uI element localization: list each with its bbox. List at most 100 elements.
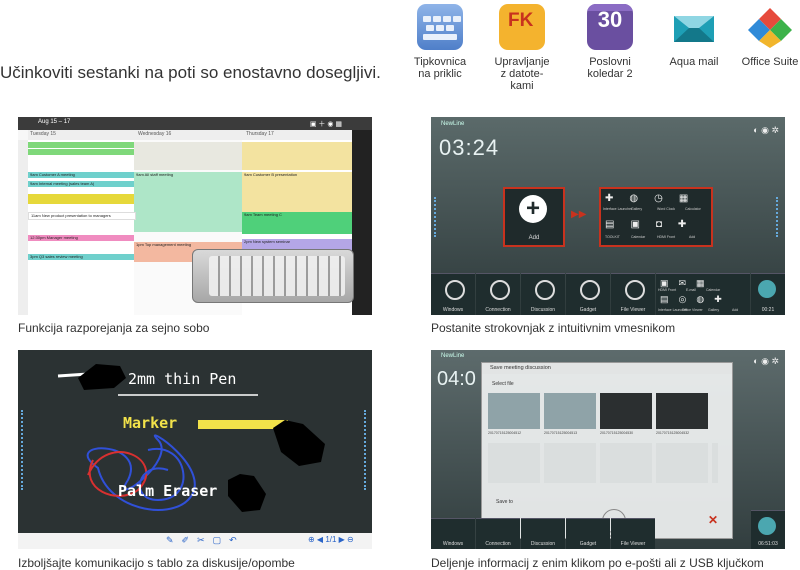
clock-display: 04:0	[437, 368, 476, 390]
thumbnail[interactable]	[600, 393, 652, 429]
app-file-manager[interactable]: FK Upravljanje z datote- kami	[482, 4, 562, 92]
caption-share: Deljenje informacij z enim klikom po e-p…	[431, 556, 764, 570]
day-header: Wednesday 16	[138, 131, 172, 137]
dock-connection[interactable]: Connection	[476, 273, 520, 315]
thumbnail[interactable]	[656, 393, 708, 429]
windows-icon	[445, 280, 465, 300]
eraser-text: Palm Eraser	[118, 482, 218, 500]
dock-discussion[interactable]: Discussion	[521, 273, 565, 315]
add-label: Add	[528, 235, 540, 241]
calendar-event[interactable]: 9am Customer A meeting	[28, 172, 134, 178]
mini-app-grid[interactable]: ✚◍◷▦ ▤▣◘✚ Interface Launcher Gallery Wor…	[599, 187, 713, 247]
arrow-icon: ▶▶	[571, 209, 587, 220]
dock-label: Discussion	[530, 541, 556, 547]
calendar-event[interactable]	[242, 142, 352, 170]
dock-windows[interactable]: Windows	[431, 518, 475, 549]
app-calendar[interactable]: 30 Poslovni koledar 2	[570, 4, 650, 80]
dock-file-viewer[interactable]: File Viewer	[611, 273, 655, 315]
dock-file-viewer[interactable]: File Viewer	[611, 518, 655, 549]
dock-gadget[interactable]: Gadget	[566, 518, 610, 549]
brand-label: NewLine	[441, 353, 465, 359]
dock-label: Discussion	[530, 307, 556, 313]
add-app-button[interactable]: + Add	[503, 187, 565, 247]
dock-gadget[interactable]: Gadget	[566, 273, 610, 315]
app-label-line: z datote-	[500, 68, 544, 80]
dock-discussion[interactable]: Discussion	[521, 518, 565, 549]
keyboard-keys[interactable]	[209, 256, 345, 296]
app-label-line: koledar 2	[587, 68, 633, 80]
app-mail[interactable]: Aqua mail	[654, 4, 734, 68]
calendar-app-icon: 30	[587, 4, 633, 50]
top-right-icons[interactable]: ◐ ◉ ✲	[753, 125, 779, 136]
clock-display: 03:24	[439, 135, 500, 160]
small-app-label: Gallery	[708, 308, 720, 312]
dock-clock[interactable]: 00:21	[751, 273, 785, 315]
interface-screenshot: NewLine 03:24 ◐ ◉ ✲ + Add ▶▶ ✚◍◷▦ ▤▣◘✚ I…	[431, 117, 785, 315]
dock-windows[interactable]: Windows	[431, 273, 475, 315]
small-app-label: HDMI Front	[658, 288, 677, 292]
top-right-icons[interactable]: ◐ ◉ ✲	[753, 356, 779, 367]
thumbnail[interactable]	[544, 393, 596, 429]
dock-connection[interactable]: Connection	[476, 518, 520, 549]
app-label-line: Office Suite	[741, 56, 799, 68]
save-dialog[interactable]: Save meeting discussion Select file 2017…	[481, 362, 733, 539]
calendar-event[interactable]: 9am Customer B presentation	[242, 172, 352, 212]
mini-app-label: Calendar	[631, 235, 646, 239]
dock-label: File Viewer	[620, 307, 646, 313]
calendar-day-column	[28, 140, 135, 315]
caption-interface: Postanite strokovnjak z intuitivnim vmes…	[431, 321, 676, 335]
calendar-event[interactable]: 11am New product presentation to manager…	[28, 212, 136, 220]
caption-board: Izboljšajte komunikacijo s tablo za disk…	[18, 556, 295, 570]
calendar-event[interactable]: 9am Team meeting C	[242, 212, 352, 234]
dock-label: Gadget	[579, 541, 597, 547]
board-tool-icons[interactable]: ✎✐✂▢↶	[166, 535, 245, 546]
share-screenshot: NewLine 04:0 ◐ ◉ ✲ Save meeting discussi…	[431, 350, 785, 549]
page-controls[interactable]: ⊕ ◀ 1/1 ▶ ⊖	[308, 535, 354, 544]
calendar-event[interactable]	[28, 194, 134, 204]
calendar-event[interactable]: 9am All staff meeting	[134, 172, 242, 232]
file-manager-app-icon: FK	[499, 4, 545, 50]
dock-small-apps[interactable]: ▣✉▦ ▤◎◍✚ HDMI Front E-mail Calendar Inte…	[656, 273, 750, 315]
side-dots-right	[776, 197, 781, 237]
calendar-event[interactable]	[28, 142, 134, 148]
mini-app-label: Add	[689, 235, 696, 239]
small-app-label: Calendar	[706, 288, 721, 292]
dock-clock[interactable]: 06:51:03	[751, 510, 785, 549]
app-keyboard[interactable]: Tipkovnica na priklic	[400, 4, 480, 80]
calendar-toolbar-icons[interactable]: ▣ ＋ ◉ ▦	[310, 119, 342, 129]
floating-keyboard[interactable]	[192, 249, 354, 303]
dock-label: Windows	[442, 541, 464, 547]
dialog-title: Save meeting discussion	[482, 363, 732, 374]
pen-text: 2mm thin Pen	[128, 370, 237, 388]
thumbnail-label: 20170715125004530	[600, 431, 634, 435]
calendar-sidebar	[352, 130, 372, 315]
mini-app-label: Gallery	[631, 207, 643, 211]
mini-app-label: Calculator	[685, 207, 701, 211]
calendar-toolbar: Aug 15 – 17 ▣ ＋ ◉ ▦	[18, 117, 372, 130]
save-to-label: Save to	[496, 499, 513, 505]
calendar-event[interactable]	[134, 142, 242, 170]
close-icon[interactable]: ✕	[708, 513, 718, 527]
calendar-event[interactable]: 3pm Q3 sales review meeting	[28, 254, 134, 260]
calendar-time-gutter	[18, 140, 28, 315]
app-office-suite[interactable]: Office Suite	[735, 4, 800, 68]
small-app-label: Office Viewer	[682, 308, 703, 312]
select-all-label[interactable]: Select file	[492, 381, 514, 387]
dock-label: Connection	[485, 541, 511, 547]
thumbnail-label: 20170715125004532	[656, 431, 690, 435]
mini-app-label: HDMI Front	[657, 235, 676, 239]
office-suite-app-icon	[747, 4, 793, 50]
mini-app-label: Interface Launcher	[603, 207, 633, 211]
thumbnail-label: 20170715125004512	[488, 431, 522, 435]
calendar-event[interactable]	[28, 149, 134, 155]
dock-label: Gadget	[579, 307, 597, 313]
board-screenshot: 2mm thin Pen Marker Palm Eraser ✎✐✂▢↶ ⊕ …	[18, 350, 372, 549]
thumbnail-row-empty	[488, 443, 718, 483]
app-label-line: Poslovni	[589, 56, 631, 68]
thumbnail[interactable]	[488, 393, 540, 429]
calendar-event[interactable]: 9am Internal meeting (sales team A)	[28, 181, 134, 187]
dock-label: Windows	[442, 307, 464, 313]
calendar-event[interactable]: 12:30pm Manager meeting	[28, 235, 134, 241]
gadget-icon	[580, 280, 600, 300]
calendar-glyph: 30	[597, 7, 623, 32]
